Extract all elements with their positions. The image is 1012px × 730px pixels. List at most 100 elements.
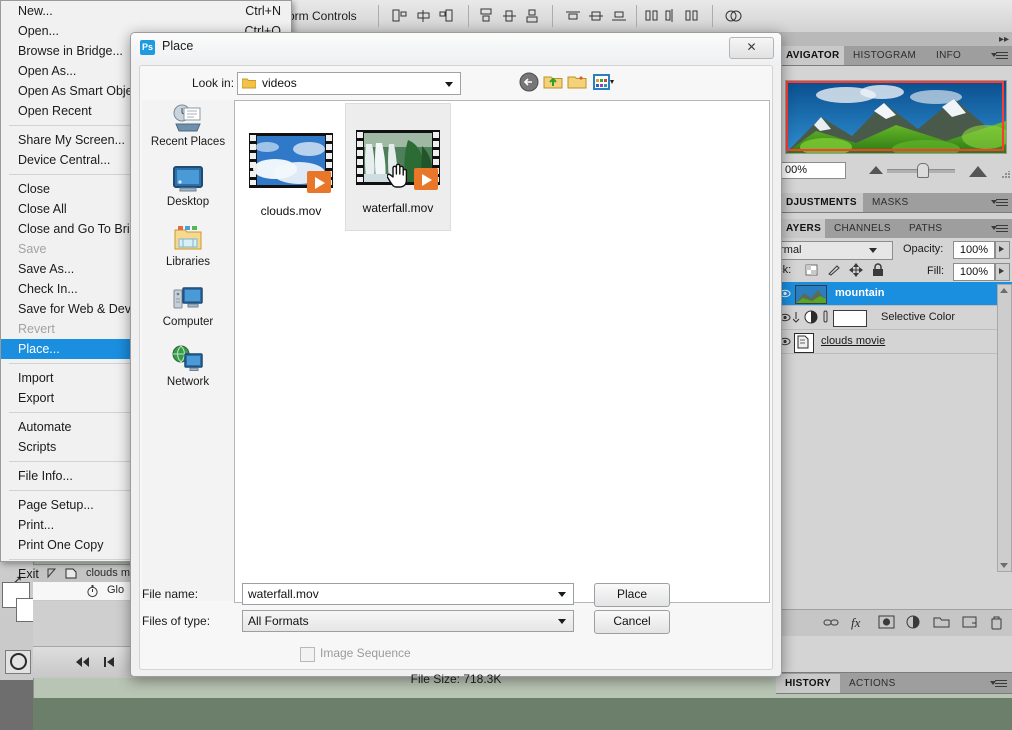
place-computer[interactable]: Computer [142, 282, 234, 340]
image-sequence-row: Image Sequence [300, 646, 600, 664]
distribute-left-edges-icon[interactable] [645, 8, 662, 24]
file-item-clouds[interactable]: clouds.mov [239, 107, 343, 233]
toolbar-separator [712, 5, 713, 27]
history-panel-menu-icon[interactable] [990, 678, 1008, 690]
opacity-value[interactable]: 100% [953, 241, 995, 259]
menu-item-new[interactable]: New... Ctrl+N [1, 1, 291, 21]
place-recent-places[interactable]: Recent Places [142, 102, 234, 160]
align-left-edges-icon[interactable] [392, 8, 409, 24]
layer-style-fx-icon[interactable]: fx [851, 615, 868, 631]
place-desktop[interactable]: Desktop [142, 162, 234, 220]
new-layer-icon[interactable] [961, 615, 978, 631]
new-group-icon[interactable] [933, 615, 950, 631]
timeline-property-name: Glo [107, 584, 125, 596]
chevron-down-icon[interactable] [445, 82, 453, 87]
align-top-edges-icon[interactable] [478, 8, 495, 24]
layer-mask-thumbnail[interactable] [833, 310, 867, 327]
expand-panels-icon[interactable]: ▸▸ [999, 34, 1009, 45]
align-right-edges-icon[interactable] [438, 8, 455, 24]
tab-adjustments[interactable]: DJUSTMENTS [777, 193, 866, 212]
auto-align-layers-icon[interactable] [725, 8, 742, 24]
link-mask-icon[interactable] [821, 310, 830, 327]
scroll-up-arrow-icon[interactable] [1000, 288, 1008, 293]
tab-info[interactable]: INFO [927, 46, 971, 65]
screen-mode-area[interactable] [0, 680, 33, 730]
lock-position-icon[interactable] [849, 263, 864, 278]
views-button[interactable] [592, 71, 615, 93]
distribute-right-edges-icon[interactable] [683, 8, 700, 24]
zoom-out-icon[interactable] [869, 166, 883, 174]
layer-name: mountain [835, 287, 885, 299]
link-layers-icon[interactable] [823, 615, 840, 631]
up-folder-button[interactable] [542, 71, 565, 93]
navigator-preview-thumbnail[interactable] [785, 80, 1007, 154]
lock-image-pixels-icon[interactable] [827, 263, 842, 278]
tab-paths[interactable]: PATHS [900, 219, 952, 238]
tab-masks[interactable]: MASKS [863, 193, 918, 212]
dialog-title: Place [162, 39, 194, 53]
menu-item-label: Open Recent [18, 104, 92, 118]
tab-actions[interactable]: ACTIONS [840, 674, 905, 693]
quick-mask-toggle[interactable] [5, 650, 31, 674]
layers-scrollbar[interactable] [997, 284, 1012, 572]
chevron-down-icon[interactable] [558, 619, 566, 624]
toolbar-separator [378, 5, 379, 27]
place-network[interactable]: Network [142, 342, 234, 400]
back-button[interactable] [518, 71, 541, 93]
go-to-first-frame-icon[interactable] [73, 655, 91, 672]
lock-transparent-pixels-icon[interactable] [805, 263, 820, 278]
layers-panel-menu-icon[interactable] [991, 223, 1009, 235]
tab-history[interactable]: HISTORY [776, 674, 840, 693]
filename-input[interactable]: waterfall.mov [242, 583, 574, 605]
new-adjustment-layer-icon[interactable] [905, 615, 922, 631]
place-libraries[interactable]: Libraries [142, 222, 234, 280]
layer-mask-icon[interactable] [878, 615, 895, 631]
lookin-dropdown[interactable]: videos [237, 72, 461, 95]
layers-tab-bar: AYERS CHANNELS PATHS [777, 219, 1012, 239]
new-folder-button[interactable] [566, 71, 589, 93]
previous-frame-icon[interactable] [101, 655, 117, 672]
distribute-vertical-centers-icon[interactable] [588, 8, 605, 24]
zoom-in-icon[interactable] [969, 166, 987, 177]
tab-layers[interactable]: AYERS [777, 219, 831, 238]
align-bottom-edges-icon[interactable] [524, 8, 541, 24]
place-dialog[interactable]: Ps Place ✕ Look in: videos Recent Places… [130, 32, 782, 686]
align-vertical-centers-icon[interactable] [501, 8, 518, 24]
layer-name: clouds movie [821, 335, 886, 347]
panel-resize-grip[interactable] [1002, 168, 1010, 178]
distribute-horizontal-centers-icon[interactable] [664, 8, 681, 24]
places-sidebar[interactable]: Recent Places Desktop Libraries Computer… [142, 100, 234, 601]
file-item-waterfall[interactable]: waterfall.mov [345, 103, 451, 231]
distribute-top-edges-icon[interactable] [565, 8, 582, 24]
tab-navigator[interactable]: AVIGATOR [777, 46, 849, 65]
navigator-zoom-knob[interactable] [917, 163, 929, 178]
filetype-value: All Formats [248, 614, 309, 628]
layer-row-clouds-movie[interactable]: clouds movie [777, 330, 1012, 354]
lock-all-icon[interactable] [871, 263, 886, 278]
chevron-down-icon[interactable] [869, 248, 877, 253]
delete-layer-icon[interactable] [989, 615, 1006, 631]
tab-histogram[interactable]: HISTOGRAM [844, 46, 926, 65]
navigator-zoom-field[interactable]: 00% [781, 162, 846, 179]
dialog-titlebar[interactable]: Ps Place ✕ [131, 33, 781, 62]
fill-stepper[interactable] [995, 263, 1010, 281]
tab-channels[interactable]: CHANNELS [825, 219, 900, 238]
fill-value[interactable]: 100% [953, 263, 995, 281]
layer-row-selective-color[interactable]: Selective Color [777, 306, 1012, 330]
close-button[interactable]: ✕ [729, 37, 774, 59]
filetype-select[interactable]: All Formats [242, 610, 574, 632]
place-button[interactable]: Place [594, 583, 670, 607]
menu-item-label: Open As Smart Obje [18, 84, 133, 98]
layer-row-mountain[interactable]: mountain [777, 282, 1012, 306]
scroll-down-arrow-icon[interactable] [1000, 563, 1008, 568]
chevron-down-icon[interactable] [558, 592, 566, 597]
file-list-pane[interactable]: clouds.mov waterfall.mov [234, 100, 770, 603]
align-horizontal-centers-icon[interactable] [415, 8, 432, 24]
adjustments-panel-menu-icon[interactable] [991, 197, 1009, 209]
cancel-button[interactable]: Cancel [594, 610, 670, 634]
dock-collapse-strip[interactable]: ▸▸ [777, 32, 1012, 47]
opacity-stepper[interactable] [995, 241, 1010, 259]
stopwatch-icon[interactable] [86, 584, 99, 601]
distribute-bottom-edges-icon[interactable] [611, 8, 628, 24]
navigator-panel-menu-icon[interactable] [991, 50, 1009, 62]
